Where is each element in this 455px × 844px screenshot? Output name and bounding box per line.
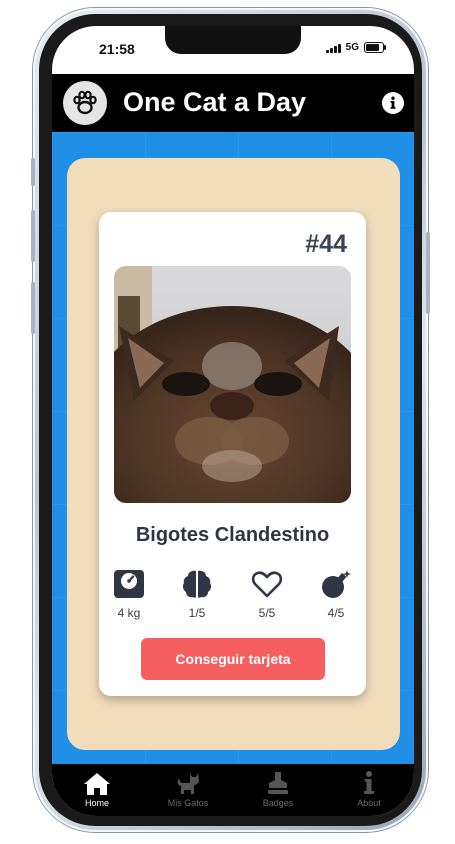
battery-icon bbox=[364, 42, 386, 53]
nav-label-home: Home bbox=[84, 798, 109, 808]
camera-notch bbox=[165, 26, 301, 54]
stat-chaos: 4/5 bbox=[306, 568, 366, 620]
app-title: One Cat a Day bbox=[123, 87, 307, 117]
info-letter-icon bbox=[329, 768, 409, 796]
card-panel: #44 Bigotes Clandestino 4 kg 1/5 5/5 4/5… bbox=[67, 158, 400, 750]
main-content: #44 Bigotes Clandestino 4 kg 1/5 5/5 4/5… bbox=[52, 132, 414, 764]
side-button bbox=[31, 158, 35, 186]
nav-label-my-cats: Mis Gatos bbox=[167, 798, 209, 808]
nav-item-badges[interactable]: Badges bbox=[238, 768, 318, 808]
info-icon[interactable] bbox=[382, 92, 404, 114]
stat-love-value: 5/5 bbox=[258, 606, 276, 620]
volume-down-button bbox=[31, 282, 35, 334]
signal-icon bbox=[325, 43, 341, 53]
bomb-icon bbox=[306, 568, 366, 600]
nav-label-badges: Badges bbox=[262, 798, 294, 808]
cat-name: Bigotes Clandestino bbox=[135, 524, 330, 546]
home-icon bbox=[57, 768, 137, 796]
bottom-nav: Home Mis Gatos Badges About bbox=[52, 764, 414, 816]
stat-weight: 4 kg bbox=[99, 568, 159, 620]
stamp-icon bbox=[238, 768, 318, 796]
weight-scale-icon bbox=[99, 568, 159, 600]
cat-icon bbox=[148, 768, 228, 796]
stat-love: 5/5 bbox=[237, 568, 297, 620]
status-indicators: 5G bbox=[325, 42, 386, 53]
stat-intelligence-value: 1/5 bbox=[188, 606, 206, 620]
cat-card: #44 Bigotes Clandestino 4 kg 1/5 5/5 4/5… bbox=[99, 212, 366, 696]
app-header: One Cat a Day bbox=[52, 74, 414, 132]
brain-icon bbox=[167, 568, 227, 600]
power-button bbox=[426, 232, 430, 314]
stat-intelligence: 1/5 bbox=[167, 568, 227, 620]
heart-icon bbox=[237, 568, 297, 600]
phone-screen: 21:58 5G One Cat a Day #44 Bigotes Cland… bbox=[52, 26, 414, 816]
volume-up-button bbox=[31, 210, 35, 262]
status-time: 21:58 bbox=[99, 41, 135, 57]
paw-icon[interactable] bbox=[63, 81, 107, 125]
cat-photo bbox=[114, 266, 351, 503]
nav-label-about: About bbox=[357, 798, 381, 808]
get-card-button[interactable]: Conseguir tarjeta bbox=[141, 638, 325, 680]
stats-row: 4 kg 1/5 5/5 4/5 bbox=[99, 568, 366, 628]
stat-weight-value: 4 kg bbox=[117, 606, 141, 620]
nav-item-home[interactable]: Home bbox=[57, 768, 137, 808]
card-number: #44 bbox=[305, 230, 347, 258]
nav-item-about[interactable]: About bbox=[329, 768, 409, 808]
network-type: 5G bbox=[345, 42, 359, 53]
nav-item-my-cats[interactable]: Mis Gatos bbox=[148, 768, 228, 808]
stat-chaos-value: 4/5 bbox=[327, 606, 345, 620]
